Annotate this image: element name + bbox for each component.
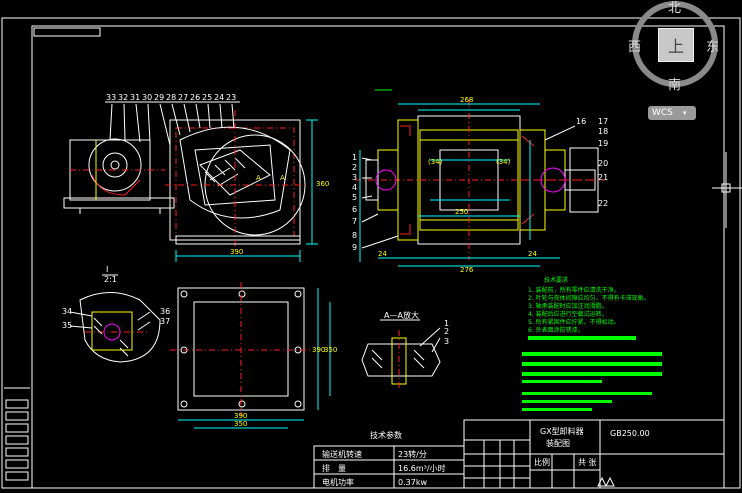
tech-params-table: 技术参数 输送机转速 23转/分 排 量 16.6m³/小时 电机功率 0.37… [313,430,465,489]
front-dim-right: 360 [316,180,329,188]
title-block: GX型卸料器 装配图 GB250.00 比例 共 张 [463,419,725,489]
svg-text:28: 28 [166,93,176,102]
svg-text:24: 24 [214,93,224,102]
flange-dim-bottom: 390 [234,412,247,420]
svg-text:17: 17 [598,117,608,126]
svg-text:共 张: 共 张 [578,458,597,467]
svg-text:37: 37 [160,317,170,326]
svg-text:24: 24 [528,250,537,258]
crosshair-cursor [712,152,742,228]
svg-text:33: 33 [106,93,116,102]
svg-text:35: 35 [62,321,72,330]
svg-text:20: 20 [598,159,608,168]
svg-text:22: 22 [598,199,608,208]
svg-text:技术参数: 技术参数 [370,430,402,440]
svg-text:23转/分: 23转/分 [398,449,427,459]
svg-text:32: 32 [118,93,128,102]
svg-text:16.6m³/小时: 16.6m³/小时 [398,463,446,473]
section-dim-top: 268 [460,96,473,104]
wcs-label: WCS [652,108,673,118]
svg-text:5. 所有紧固件应拧紧，不得松动。: 5. 所有紧固件应拧紧，不得松动。 [528,318,620,326]
viewcube-west-label[interactable]: 西 [628,36,641,55]
front-view[interactable]: A A 390 360 [63,101,329,262]
chevron-down-icon: ▾ [682,109,687,117]
svg-text:36: 36 [160,307,170,316]
viewcube-east-label[interactable]: 东 [706,36,719,55]
svg-text:(34): (34) [428,158,443,166]
svg-text:23: 23 [226,93,236,102]
front-dim-bottom: 390 [230,248,243,256]
svg-text:比例: 比例 [534,457,550,467]
detail-label: I [106,265,108,274]
svg-text:9: 9 [352,243,357,252]
viewcube-south-label[interactable]: 南 [668,74,681,93]
viewcube-top-face[interactable]: 上 [658,28,694,62]
svg-text:18: 18 [598,127,608,136]
svg-text:24: 24 [378,250,387,258]
svg-text:31: 31 [130,93,140,102]
top-left-stamp [33,27,101,37]
section-aa-label: A—A放大 [384,310,419,320]
svg-text:电机功率: 电机功率 [322,477,354,487]
svg-text:3: 3 [352,173,357,182]
title-name-bottom: 装配图 [546,438,570,448]
svg-text:29: 29 [154,93,164,102]
detail-i-view[interactable]: I 2:1 34 35 36 37 [62,265,170,363]
svg-text:(34): (34) [496,158,511,166]
svg-text:34: 34 [62,307,72,316]
svg-text:0.37kw: 0.37kw [398,478,427,487]
svg-text:30: 30 [142,93,152,102]
tech-requirements: 技术要求 1. 装配前，所有零件应清洗干净。 2. 叶轮与壳体间隙应均匀，不得有… [522,276,662,411]
svg-text:技术要求: 技术要求 [544,276,568,284]
svg-text:2. 叶轮与壳体间隙应均匀，不得有卡滞现象。: 2. 叶轮与壳体间隙应均匀，不得有卡滞现象。 [528,294,650,302]
svg-text:2: 2 [352,163,357,172]
svg-text:排 量: 排 量 [322,463,346,473]
section-dim-mid: 250 [455,208,468,216]
title-code: GB250.00 [610,429,650,438]
svg-text:6. 外表面涂防锈漆。: 6. 外表面涂防锈漆。 [528,326,584,334]
svg-text:A: A [280,174,285,182]
svg-text:2: 2 [444,327,449,336]
flange-dim-bottom2: 350 [234,420,247,428]
detail-scale: 2:1 [104,275,117,284]
svg-text:8: 8 [352,231,357,240]
svg-text:7: 7 [352,217,357,226]
svg-text:3: 3 [444,337,449,346]
svg-text:5: 5 [352,193,357,202]
wcs-dropdown[interactable]: WCS ▾ [648,106,696,120]
section-view[interactable]: 268 250 276 (34) (34) 24 24 [355,89,605,274]
svg-text:1: 1 [352,153,357,162]
flange-dim-right2: 350 [324,346,337,354]
section-dim-bottom: 276 [460,266,474,274]
left-strip [4,387,30,481]
svg-text:4. 装配后应进行空载试运转。: 4. 装配后应进行空载试运转。 [528,310,608,318]
svg-text:25: 25 [202,93,212,102]
section-aa-view[interactable]: A—A放大 1 2 3 [361,310,449,390]
svg-text:A: A [256,174,261,182]
svg-text:4: 4 [352,183,357,192]
svg-text:21: 21 [598,173,608,182]
svg-text:3. 轴承装配时应加注润滑脂。: 3. 轴承装配时应加注润滑脂。 [528,302,608,310]
svg-text:输送机转速: 输送机转速 [322,449,362,459]
svg-text:26: 26 [190,93,200,102]
flange-view[interactable]: 390 350 390 350 [170,282,337,429]
viewcube-north-label[interactable]: 北 [668,0,681,16]
title-name-top: GX型卸料器 [540,426,584,436]
svg-text:16: 16 [576,117,586,126]
front-view-callouts: 33 32 31 30 29 28 27 26 25 24 23 [106,93,236,102]
svg-text:27: 27 [178,93,188,102]
svg-text:19: 19 [598,139,608,148]
svg-text:6: 6 [352,205,357,214]
svg-text:1. 装配前，所有零件应清洗干净。: 1. 装配前，所有零件应清洗干净。 [528,286,620,294]
